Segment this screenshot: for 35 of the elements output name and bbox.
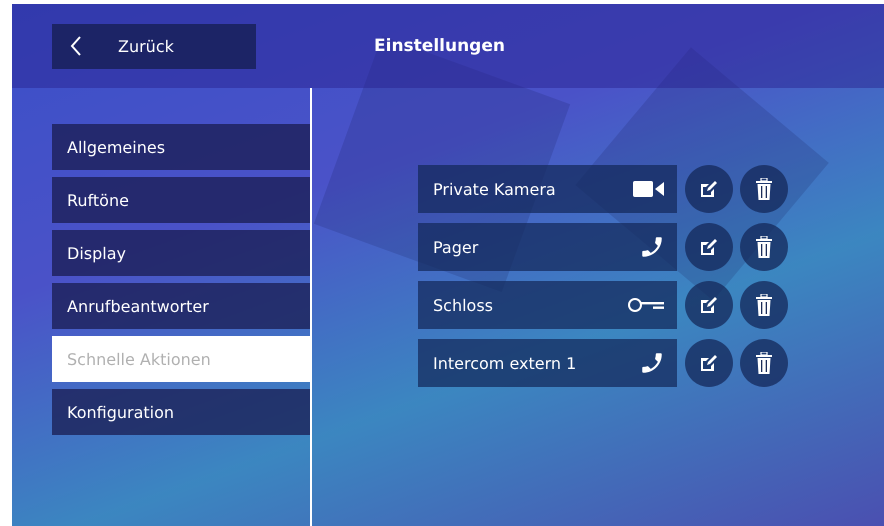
quick-action-item[interactable]: Schloss xyxy=(418,281,677,329)
action-label: Schloss xyxy=(433,296,493,314)
edit-icon xyxy=(700,180,718,198)
trash-icon xyxy=(756,178,772,200)
delete-button[interactable] xyxy=(740,339,788,387)
sidebar-item[interactable]: Ruftöne xyxy=(52,177,310,223)
delete-button[interactable] xyxy=(740,165,788,213)
trash-icon xyxy=(756,352,772,374)
action-label: Intercom extern 1 xyxy=(433,354,576,372)
trash-icon xyxy=(756,236,772,258)
edit-button[interactable] xyxy=(685,223,733,271)
video-camera-icon xyxy=(633,180,665,198)
back-label: Zurück xyxy=(118,36,174,56)
edit-icon xyxy=(700,238,718,256)
sidebar-item[interactable]: Anrufbeantworter xyxy=(52,283,310,329)
back-button[interactable]: Zurück xyxy=(52,24,256,68)
key-icon xyxy=(627,297,665,313)
quick-action-item[interactable]: Pager xyxy=(418,223,677,271)
page-title: Einstellungen xyxy=(374,36,505,56)
edit-icon xyxy=(700,354,718,372)
delete-button[interactable] xyxy=(740,223,788,271)
trash-icon xyxy=(756,294,772,316)
quick-action-item[interactable]: Intercom extern 1 xyxy=(418,339,677,387)
action-label: Private Kamera xyxy=(433,180,556,198)
sidebar-item[interactable]: Display xyxy=(52,230,310,276)
sidebar-item[interactable]: Allgemeines xyxy=(52,124,310,170)
chevron-left-icon xyxy=(70,35,82,57)
action-label: Pager xyxy=(433,238,478,256)
edit-icon xyxy=(700,296,718,314)
edit-button[interactable] xyxy=(685,281,733,329)
edit-button[interactable] xyxy=(685,339,733,387)
sidebar-item[interactable]: Konfiguration xyxy=(52,389,310,435)
delete-button[interactable] xyxy=(740,281,788,329)
quick-action-item[interactable]: Private Kamera xyxy=(418,165,677,213)
edit-button[interactable] xyxy=(685,165,733,213)
